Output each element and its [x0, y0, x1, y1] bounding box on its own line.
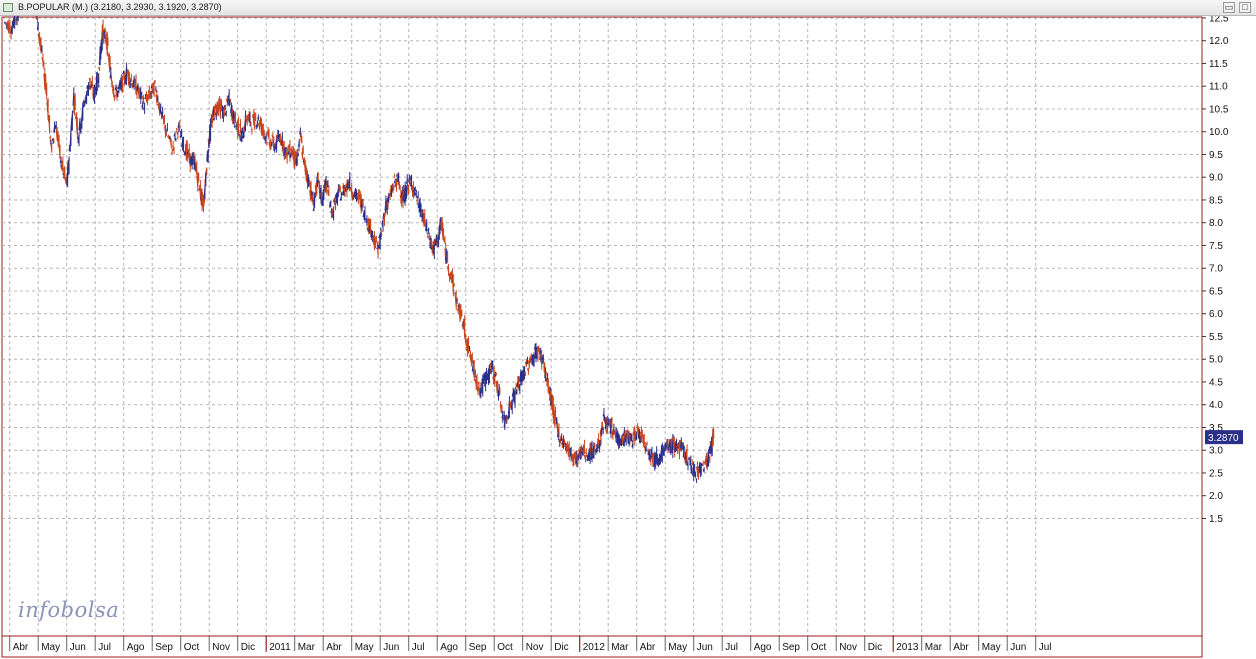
chart-window-icon	[3, 3, 13, 12]
window-title: B.POPULAR (M.) (3.2180, 3.2930, 3.1920, …	[18, 2, 222, 12]
y-tick-label: 2.5	[1209, 468, 1223, 479]
x-tick-label: Mar	[611, 642, 629, 653]
y-axis: 1.52.02.53.03.54.04.55.05.56.06.57.07.58…	[1202, 16, 1229, 525]
x-tick-label: May	[355, 642, 374, 653]
window-titlebar: B.POPULAR (M.) (3.2180, 3.2930, 3.1920, …	[0, 0, 1256, 16]
x-tick-label: Dic	[868, 642, 882, 653]
x-tick-label: Ago	[754, 642, 772, 653]
y-tick-label: 9.0	[1209, 173, 1223, 184]
x-tick-label: Jul	[725, 642, 738, 653]
x-tick-label: Jul	[1039, 642, 1052, 653]
y-tick-label: 7.5	[1209, 241, 1223, 252]
y-tick-label: 12.5	[1209, 16, 1229, 24]
y-tick-label: 4.5	[1209, 377, 1223, 388]
x-tick-label: 2011	[269, 642, 291, 653]
y-tick-label: 8.5	[1209, 195, 1223, 206]
y-tick-label: 6.5	[1209, 286, 1223, 297]
x-tick-label: 2013	[896, 642, 919, 653]
infobolsa-logo: infobolsa	[18, 598, 120, 622]
x-tick-label: May	[668, 642, 687, 653]
x-tick-label: Nov	[212, 642, 230, 653]
y-tick-label: 12.0	[1209, 36, 1229, 47]
x-tick-label: Ago	[127, 642, 145, 653]
y-tick-label: 9.5	[1209, 150, 1223, 161]
x-tick-label: Mar	[925, 642, 943, 653]
x-tick-label: 2012	[583, 642, 606, 653]
x-tick-label: Abr	[953, 642, 969, 653]
x-tick-label: Sep	[469, 642, 487, 653]
x-tick-label: Abr	[326, 642, 342, 653]
x-tick-label: Jul	[98, 642, 111, 653]
x-tick-label: Jun	[70, 642, 86, 653]
x-tick-label: Oct	[184, 642, 200, 653]
x-tick-label: Jul	[412, 642, 425, 653]
x-tick-label: Nov	[839, 642, 857, 653]
y-tick-label: 10.5	[1209, 104, 1229, 115]
plot-frame	[1, 16, 1203, 658]
y-tick-label: 10.0	[1209, 127, 1229, 138]
x-tick-label: May	[982, 642, 1001, 653]
x-tick-label: Jun	[383, 642, 399, 653]
price-chart: 1.52.02.53.03.54.04.55.05.56.06.57.07.58…	[1, 16, 1243, 658]
x-tick-label: Nov	[526, 642, 544, 653]
y-tick-label: 6.0	[1209, 309, 1223, 320]
last-price-badge: 3.2870	[1205, 430, 1243, 445]
y-tick-label: 5.0	[1209, 355, 1223, 366]
last-price-value: 3.2870	[1208, 433, 1239, 444]
x-tick-label: Jun	[697, 642, 713, 653]
maximize-button[interactable]: □	[1239, 2, 1251, 13]
x-tick-label: Sep	[782, 642, 800, 653]
x-tick-label: Sep	[155, 642, 173, 653]
y-tick-label: 5.5	[1209, 332, 1223, 343]
y-tick-label: 1.5	[1209, 514, 1223, 525]
y-tick-label: 11.5	[1209, 59, 1228, 70]
x-tick-label: Oct	[497, 642, 513, 653]
y-tick-label: 4.0	[1209, 400, 1223, 411]
x-tick-label: Dic	[241, 642, 255, 653]
minimize-button[interactable]: ▭	[1223, 2, 1235, 13]
y-tick-label: 3.0	[1209, 446, 1223, 457]
x-tick-label: Ago	[440, 642, 458, 653]
y-tick-label: 2.0	[1209, 491, 1223, 502]
x-tick-label: Jun	[1010, 642, 1026, 653]
x-tick-label: Dic	[554, 642, 568, 653]
y-tick-label: 11.0	[1209, 82, 1228, 93]
y-tick-label: 7.0	[1209, 264, 1223, 275]
x-tick-label: Abr	[13, 642, 29, 653]
x-tick-label: Mar	[298, 642, 316, 653]
x-tick-label: Oct	[811, 642, 827, 653]
y-tick-label: 8.0	[1209, 218, 1223, 229]
x-tick-label: Abr	[640, 642, 656, 653]
x-tick-label: May	[41, 642, 60, 653]
